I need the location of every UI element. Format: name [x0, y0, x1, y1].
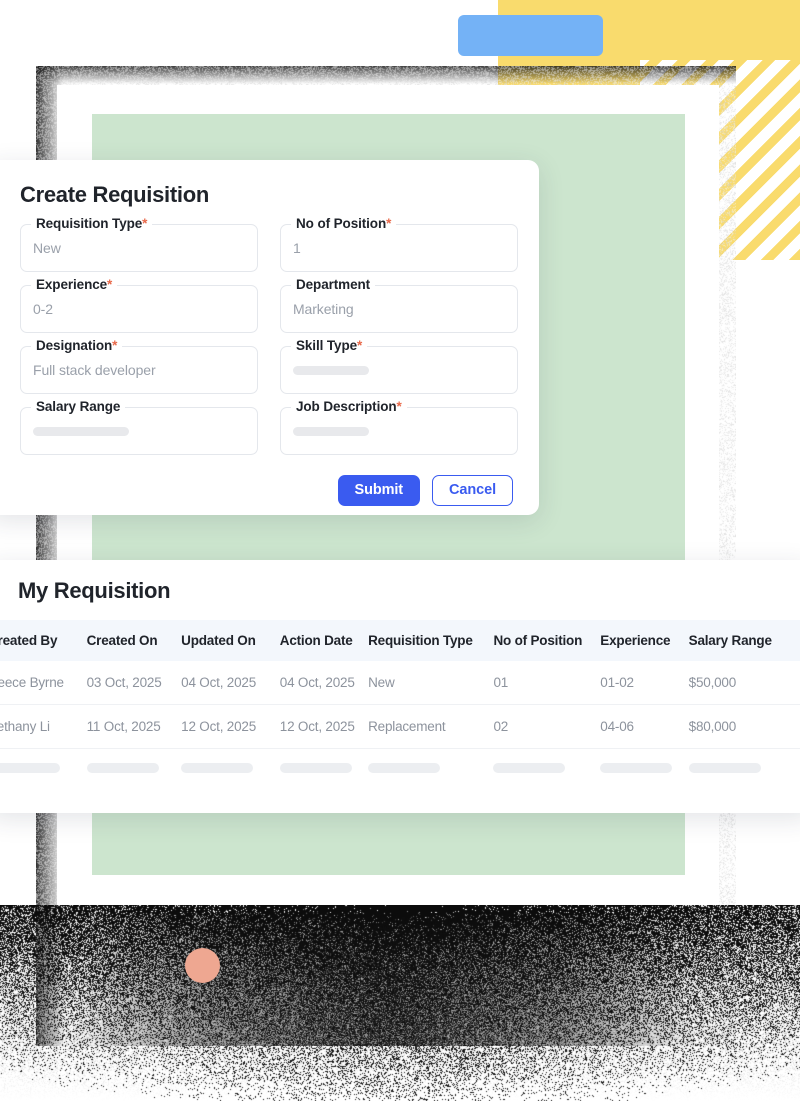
table-cell: 04-06: [600, 705, 688, 749]
column-header[interactable]: Updated On: [181, 620, 280, 661]
table-cell-placeholder: [87, 749, 182, 788]
field-label: Job Description*: [291, 399, 407, 414]
cell-placeholder-bar: [368, 763, 440, 773]
table-cell: $80,000: [689, 705, 800, 749]
field-label: Experience*: [31, 277, 117, 292]
table-cell: Replacement: [368, 705, 493, 749]
field-value: 0-2: [33, 301, 53, 317]
field-label: Designation*: [31, 338, 122, 353]
required-asterisk: *: [112, 338, 117, 353]
field-experience[interactable]: Experience* 0-2: [20, 285, 258, 333]
field-placeholder-bar: [293, 427, 369, 436]
cancel-button[interactable]: Cancel: [432, 475, 513, 506]
requisition-table: Created ByCreated OnUpdated OnAction Dat…: [0, 620, 800, 787]
field-placeholder-bar: [33, 427, 129, 436]
cell-placeholder-bar: [600, 763, 672, 773]
field-value: Marketing: [293, 301, 354, 317]
form-actions: Submit Cancel: [20, 475, 519, 506]
table-cell-placeholder: [280, 749, 368, 788]
table-row[interactable]: Reece Byrne03 Oct, 202504 Oct, 202504 Oc…: [0, 661, 800, 705]
table-cell: 12 Oct, 2025: [181, 705, 280, 749]
table-cell-placeholder: [689, 749, 800, 788]
table-row[interactable]: Bethany Li11 Oct, 202512 Oct, 202512 Oct…: [0, 705, 800, 749]
field-no-of-position[interactable]: No of Position* 1: [280, 224, 518, 272]
table-cell-placeholder: [368, 749, 493, 788]
field-requisition-type[interactable]: Requisition Type* New: [20, 224, 258, 272]
field-department[interactable]: Department Marketing: [280, 285, 518, 333]
table-footer-space: [0, 787, 800, 813]
field-placeholder-bar: [293, 366, 369, 375]
field-value: Full stack developer: [33, 362, 156, 378]
table-cell-placeholder: [0, 749, 87, 788]
table-cell: 04 Oct, 2025: [181, 661, 280, 705]
submit-button[interactable]: Submit: [338, 475, 421, 506]
cell-placeholder-bar: [493, 763, 565, 773]
field-designation[interactable]: Designation* Full stack developer: [20, 346, 258, 394]
my-requisition-card: My Requisition Created ByCreated OnUpdat…: [0, 560, 800, 813]
required-asterisk: *: [397, 399, 402, 414]
cell-placeholder-bar: [87, 763, 159, 773]
field-label: Department: [291, 277, 375, 292]
field-label: Requisition Type*: [31, 216, 152, 231]
field-value: New: [33, 240, 61, 256]
table-cell: 01-02: [600, 661, 688, 705]
table-title: My Requisition: [0, 560, 800, 620]
table-body: Reece Byrne03 Oct, 202504 Oct, 202504 Oc…: [0, 661, 800, 787]
form-field-grid: Requisition Type* New No of Position* 1 Expe…: [20, 224, 519, 455]
table-row-placeholder: [0, 749, 800, 788]
field-salary-range[interactable]: Salary Range: [20, 407, 258, 455]
cell-placeholder-bar: [181, 763, 253, 773]
required-asterisk: *: [357, 338, 362, 353]
field-job-description[interactable]: Job Description*: [280, 407, 518, 455]
table-cell: Bethany Li: [0, 705, 87, 749]
form-title: Create Requisition: [20, 182, 519, 208]
create-requisition-card: Create Requisition Requisition Type* New N…: [0, 160, 539, 515]
required-asterisk: *: [386, 216, 391, 231]
column-header[interactable]: No of Position: [493, 620, 600, 661]
field-skill-type[interactable]: Skill Type*: [280, 346, 518, 394]
table-cell-placeholder: [600, 749, 688, 788]
column-header[interactable]: Salary Range: [689, 620, 800, 661]
cell-placeholder-bar: [280, 763, 352, 773]
column-header[interactable]: Requisition Type: [368, 620, 493, 661]
field-value: 1: [293, 240, 301, 256]
table-cell: 04 Oct, 2025: [280, 661, 368, 705]
table-cell-placeholder: [181, 749, 280, 788]
decorative-dot: [185, 948, 220, 983]
table-cell: $50,000: [689, 661, 800, 705]
cell-placeholder-bar: [689, 763, 761, 773]
table-cell: 03 Oct, 2025: [87, 661, 182, 705]
field-label: No of Position*: [291, 216, 396, 231]
field-label: Salary Range: [31, 399, 125, 414]
table-cell: 12 Oct, 2025: [280, 705, 368, 749]
field-label: Skill Type*: [291, 338, 367, 353]
required-asterisk: *: [142, 216, 147, 231]
cell-placeholder-bar: [0, 763, 60, 773]
column-header[interactable]: Created By: [0, 620, 87, 661]
decorative-blue-bar: [458, 15, 603, 56]
table-cell: Reece Byrne: [0, 661, 87, 705]
table-cell: 02: [493, 705, 600, 749]
table-cell: 11 Oct, 2025: [87, 705, 182, 749]
table-cell-placeholder: [493, 749, 600, 788]
screenshot-stage: Create Requisition Requisition Type* New N…: [0, 0, 800, 1101]
table-head: Created ByCreated OnUpdated OnAction Dat…: [0, 620, 800, 661]
column-header[interactable]: Experience: [600, 620, 688, 661]
column-header[interactable]: Action Date: [280, 620, 368, 661]
required-asterisk: *: [107, 277, 112, 292]
table-cell: New: [368, 661, 493, 705]
table-header-row: Created ByCreated OnUpdated OnAction Dat…: [0, 620, 800, 661]
table-cell: 01: [493, 661, 600, 705]
column-header[interactable]: Created On: [87, 620, 182, 661]
